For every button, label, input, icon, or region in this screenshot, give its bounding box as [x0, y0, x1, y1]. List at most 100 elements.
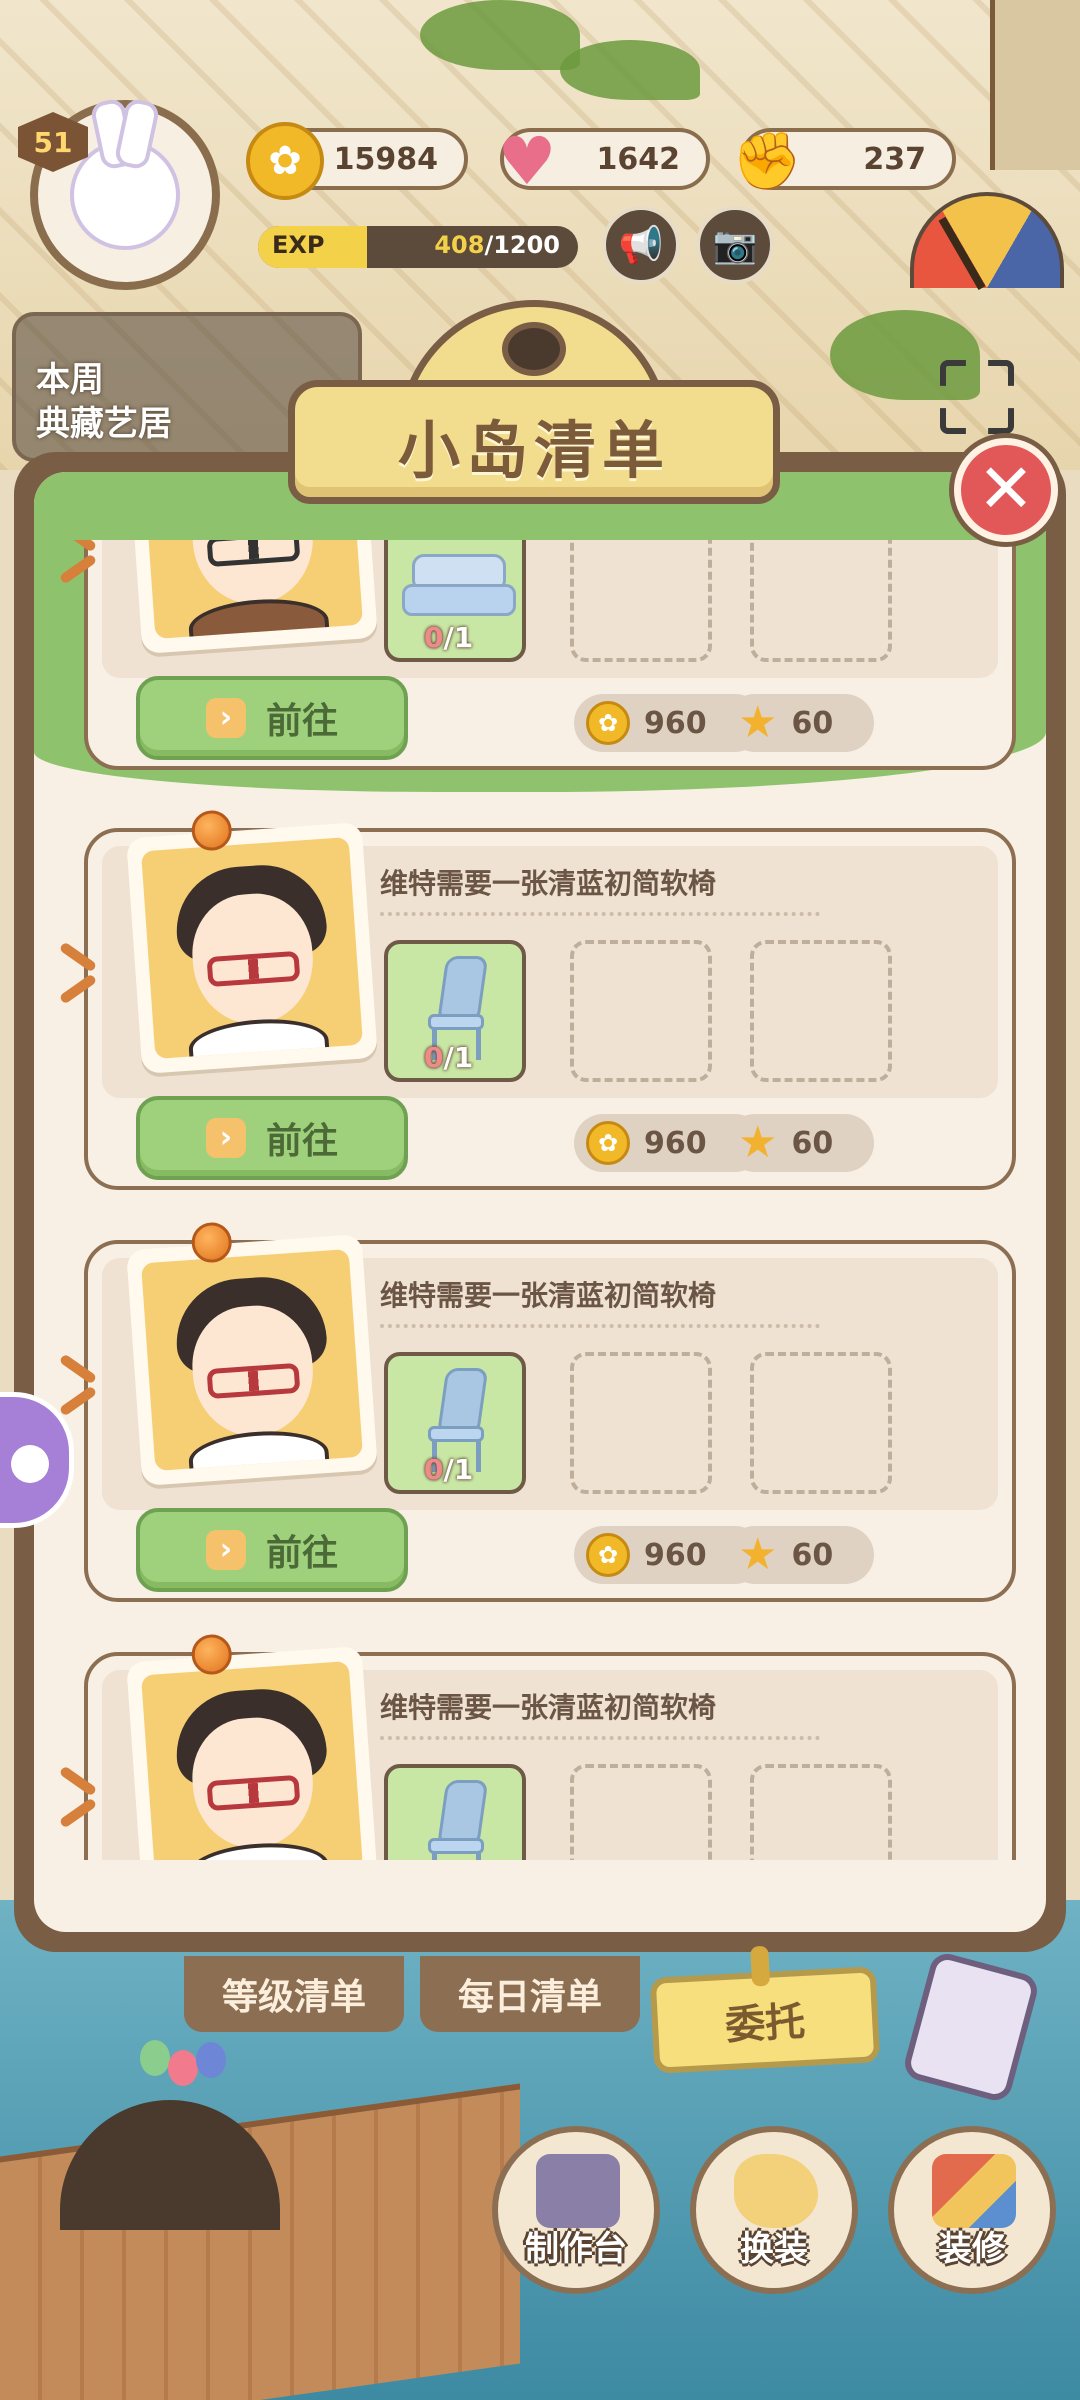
workbench-label: 制作台 [525, 2229, 627, 2269]
goto-button[interactable]: › 前往 [136, 1508, 408, 1592]
close-icon: ✕ [977, 450, 1035, 529]
empty-item-slot [570, 1764, 712, 1860]
exp-current: 408 [434, 231, 485, 259]
required-item-slot[interactable]: 0/1 [384, 1352, 526, 1494]
exp-bar: EXP 408/1200 [258, 226, 578, 268]
coin-amount: 15984 [333, 141, 438, 177]
tab-level-list[interactable]: 等级清单 [184, 1956, 404, 2032]
task-card: 0/1 › 前往 ✿ 960 ★ 60 [84, 540, 1016, 770]
star-reward: ★ 60 [726, 1526, 874, 1584]
task-list[interactable]: 0/1 › 前往 ✿ 960 ★ 60 维特需要一张清蓝初简软椅 0/1 › 前… [34, 540, 1044, 1860]
coin-icon: ✿ [586, 1121, 630, 1165]
item-progress-need: 1 [453, 1041, 474, 1074]
star-icon: ★ [738, 1117, 778, 1168]
exp-max: 1200 [493, 231, 560, 259]
glove-icon: ✊ [732, 129, 802, 194]
heart-amount: 1642 [596, 141, 681, 177]
empty-item-slot [750, 1764, 892, 1860]
bracket-decoration [58, 540, 98, 602]
required-item-slot[interactable]: 0/1 [384, 940, 526, 1082]
glove-counter[interactable]: ✊ 237 [732, 128, 956, 194]
dress-up-icon [734, 2154, 818, 2228]
gauge-needle-icon [938, 216, 986, 290]
item-progress-have: 0 [424, 1041, 444, 1074]
npc-portrait [126, 1221, 378, 1486]
empty-item-slot [750, 1352, 892, 1494]
modal-title: 小岛清单 [397, 414, 670, 487]
heart-counter[interactable]: ♥ 1642 [497, 123, 710, 200]
npc-portrait [126, 1633, 378, 1860]
weekly-banner-text: 本周 典藏艺居 [36, 358, 172, 446]
task-description: 维特需要一张清蓝初简软椅 [380, 1691, 717, 1724]
workbench-button[interactable]: 制作台 [492, 2126, 660, 2294]
modal-title-plaque: 小岛清单 [288, 300, 780, 510]
coin-reward-amount: 960 [644, 705, 707, 741]
speaker-icon: 📢 [618, 225, 664, 266]
decorate-button[interactable]: 装修 [888, 2126, 1056, 2294]
palm-leaves [560, 40, 700, 100]
item-progress-separator: / [443, 1453, 454, 1486]
item-progress-need: 1 [453, 1453, 474, 1486]
task-description: 维特需要一张清蓝初简软椅 [380, 867, 717, 900]
item-progress: 0/1 [424, 1041, 473, 1074]
item-progress-have: 0 [424, 621, 444, 654]
task-description: 维特需要一张清蓝初简软椅 [380, 1279, 717, 1312]
paint-roller-icon [932, 2154, 1016, 2228]
npc-portrait [126, 540, 378, 654]
camera-button[interactable]: 📷 [696, 206, 774, 284]
background-building [990, 0, 1080, 170]
goto-button[interactable]: › 前往 [136, 676, 408, 760]
item-progress-separator: / [443, 1041, 454, 1074]
item-progress: 0/1 [424, 1453, 473, 1486]
item-progress-need: 1 [453, 621, 474, 654]
star-icon: ★ [738, 1529, 778, 1580]
palm-leaves [420, 0, 580, 70]
required-item-slot[interactable]: 0/1 [384, 540, 526, 662]
dress-up-button[interactable]: 换装 [690, 2126, 858, 2294]
coin-icon: ✿ [246, 122, 324, 200]
palm-leaves [830, 310, 980, 400]
arrow-right-icon: › [205, 1530, 246, 1570]
dotted-divider [380, 912, 820, 916]
workbench-icon [536, 2154, 620, 2228]
goto-label: 前往 [265, 701, 338, 742]
star-reward-amount: 60 [791, 1125, 834, 1161]
speaker-button[interactable]: 📢 [602, 206, 680, 284]
close-button[interactable]: ✕ [954, 438, 1058, 542]
star-reward-amount: 60 [791, 705, 834, 741]
exp-separator: / [484, 231, 494, 259]
required-item-slot[interactable] [384, 1764, 526, 1860]
task-card: 维特需要一张清蓝初简软椅 [84, 1633, 1016, 1860]
goto-label: 前往 [265, 1121, 338, 1162]
item-progress: 0/1 [424, 621, 473, 654]
empty-item-slot [750, 540, 892, 662]
item-progress-separator: / [443, 621, 454, 654]
star-reward-amount: 60 [791, 1537, 834, 1573]
item-progress-have: 0 [424, 1453, 444, 1486]
dotted-divider [380, 1324, 820, 1328]
exp-label: EXP [272, 231, 325, 259]
weekly-banner-line2: 典藏艺居 [36, 404, 172, 444]
arrow-right-icon: › [205, 1118, 246, 1158]
bracket-decoration [58, 932, 98, 1022]
balloon-bunny-decoration [60, 2040, 280, 2230]
bracket-decoration [58, 1756, 98, 1846]
coin-counter[interactable]: ✿ 15984 [246, 122, 468, 200]
coin-reward-amount: 960 [644, 1125, 707, 1161]
glove-amount: 237 [863, 141, 926, 177]
arrow-right-icon: › [205, 698, 246, 738]
star-reward: ★ 60 [726, 1114, 874, 1172]
heart-icon: ♥ [497, 122, 557, 200]
sofa-icon [402, 554, 516, 624]
coin-reward-amount: 960 [644, 1537, 707, 1573]
star-icon: ★ [738, 697, 778, 748]
hanging-hole-icon [502, 322, 566, 376]
tab-commission[interactable]: 委托 [649, 1966, 881, 2074]
empty-item-slot [570, 540, 712, 662]
goto-button[interactable]: › 前往 [136, 1096, 408, 1180]
empty-item-slot [570, 940, 712, 1082]
tab-daily-list[interactable]: 每日清单 [420, 1956, 640, 2032]
empty-item-slot [570, 1352, 712, 1494]
coin-icon: ✿ [586, 701, 630, 745]
decorate-label: 装修 [938, 2229, 1006, 2269]
